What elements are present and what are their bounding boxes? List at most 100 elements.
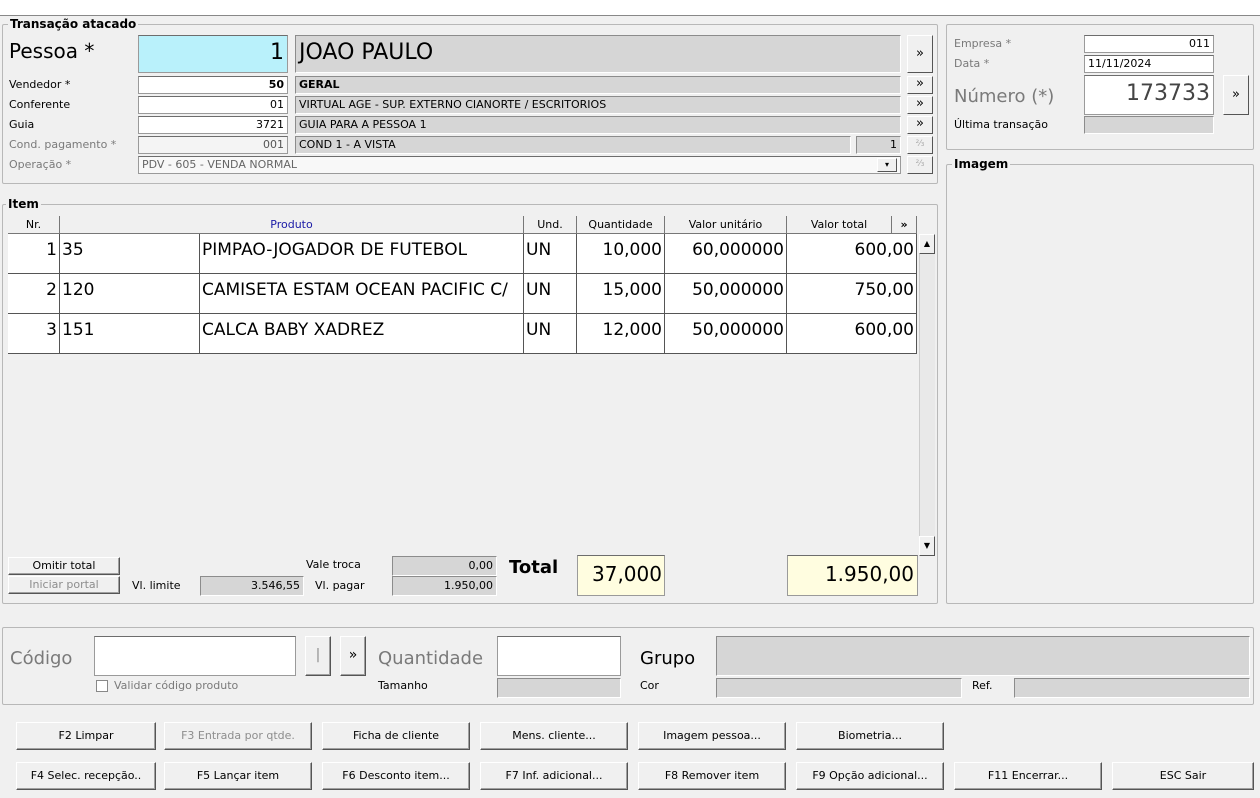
omitir-total-button[interactable]: Omitir total — [8, 557, 120, 575]
item-grid-scrollbar[interactable] — [919, 234, 935, 556]
transacao-group-title: Transação atacado — [8, 17, 139, 31]
f9-opcao-adicional-button[interactable]: F9 Opção adicional... — [796, 762, 944, 790]
cell-desc: PIMPAO-JOGADOR DE FUTEBOL — [200, 234, 524, 274]
cell-total: 600,00 — [787, 314, 917, 354]
ultima-transacao-field — [1084, 116, 1214, 134]
conferente-name-field: VIRTUAL AGE - SUP. EXTERNO CIANORTE / ES… — [295, 96, 901, 114]
f6-desconto-item-button[interactable]: F6 Desconto item... — [322, 762, 470, 790]
col-und[interactable]: Und. — [524, 216, 577, 234]
cell-code: 35 — [60, 234, 200, 274]
cell-total: 600,00 — [787, 234, 917, 274]
biometria-button[interactable]: Biometria... — [796, 722, 944, 750]
f11-encerrar-button[interactable]: F11 Encerrar... — [954, 762, 1102, 790]
iniciar-portal-label: Iniciar portal — [29, 578, 99, 591]
validar-checkbox[interactable] — [96, 680, 108, 692]
vl-limite-label: Vl. limite — [132, 579, 181, 592]
codigo-more-button[interactable]: » — [340, 636, 366, 676]
cell-nr: 2 — [8, 274, 60, 314]
col-valor-unitario[interactable]: Valor unitário — [665, 216, 787, 234]
cell-nr: 3 — [8, 314, 60, 354]
cell-qtd: 12,000 — [577, 314, 665, 354]
cell-desc: CAMISETA ESTAM OCEAN PACIFIC C/ — [200, 274, 524, 314]
guia-name-field: GUIA PARA A PESSOA 1 — [295, 116, 901, 134]
cell-unit: 50,000000 — [665, 274, 787, 314]
cond-pagamento-code-input[interactable]: 001 — [138, 136, 288, 154]
col-valor-total[interactable]: Valor total — [787, 216, 892, 234]
item-group-title: Item — [6, 197, 41, 211]
vendedor-name-field: GERAL — [295, 76, 901, 94]
table-row[interactable]: 1 35 PIMPAO-JOGADOR DE FUTEBOL UN 10,000… — [8, 234, 918, 274]
col-more-button[interactable]: » — [892, 216, 917, 234]
guia-more-button[interactable]: » — [907, 116, 933, 134]
total-valor-field: 1.950,00 — [787, 555, 918, 596]
iniciar-portal-button[interactable]: Iniciar portal — [8, 576, 120, 594]
imagem-pessoa-button[interactable]: Imagem pessoa... — [638, 722, 786, 750]
data-input[interactable]: 11/11/2024 — [1084, 55, 1214, 73]
vendedor-code-input[interactable]: 50 — [138, 76, 288, 94]
cell-und: UN — [524, 234, 577, 274]
imagem-title: Imagem — [952, 157, 1011, 171]
cell-unit: 50,000000 — [665, 314, 787, 354]
imagem-panel — [946, 164, 1254, 604]
top-bar — [0, 0, 1260, 16]
table-row[interactable]: 2 120 CAMISETA ESTAM OCEAN PACIFIC C/ UN… — [8, 274, 918, 314]
cell-nr: 1 — [8, 234, 60, 274]
data-label: Data * — [954, 57, 990, 70]
f3-entrada-por-qtde-button[interactable]: F3 Entrada por qtde. — [164, 722, 312, 750]
grupo-label: Grupo — [640, 648, 696, 669]
vl-pagar-field: 1.950,00 — [392, 576, 497, 596]
mens-cliente-button[interactable]: Mens. cliente... — [480, 722, 628, 750]
f8-remover-item-button[interactable]: F8 Remover item — [638, 762, 786, 790]
ficha-de-cliente-button[interactable]: Ficha de cliente — [322, 722, 470, 750]
f7-inf-adicional-button[interactable]: F7 Inf. adicional... — [480, 762, 628, 790]
cell-qtd: 15,000 — [577, 274, 665, 314]
f2-limpar-button[interactable]: F2 Limpar — [16, 722, 156, 750]
pessoa-more-button[interactable]: » — [907, 35, 933, 73]
empresa-input[interactable]: 011 — [1084, 35, 1214, 53]
vendedor-label: Vendedor * — [9, 78, 71, 91]
cond-pagamento-label: Cond. pagamento * — [9, 138, 117, 151]
vendedor-more-button[interactable]: » — [907, 76, 933, 94]
col-produto[interactable]: Produto — [60, 216, 524, 234]
quantidade-input[interactable] — [497, 636, 621, 676]
cell-und: UN — [524, 314, 577, 354]
ref-field — [1014, 678, 1250, 698]
tamanho-field — [497, 678, 621, 698]
esc-sair-button[interactable]: ESC Sair — [1112, 762, 1254, 790]
table-row[interactable]: 3 151 CALCA BABY XADREZ UN 12,000 50,000… — [8, 314, 918, 354]
omitir-total-label: Omitir total — [32, 559, 96, 572]
scroll-down-icon[interactable]: ▼ — [919, 536, 935, 556]
grupo-field — [716, 636, 1250, 676]
tamanho-label: Tamanho — [378, 679, 428, 692]
col-nr[interactable]: Nr. — [8, 216, 60, 234]
cell-qtd: 10,000 — [577, 234, 665, 274]
cond-pagamento-name-field: COND 1 - A VISTA — [295, 136, 851, 154]
numero-input[interactable]: 173733 — [1084, 75, 1214, 115]
f5-lancar-item-button[interactable]: F5 Lançar item — [164, 762, 312, 790]
cell-und: UN — [524, 274, 577, 314]
operacao-dropdown-icon[interactable]: ▾ — [877, 158, 897, 172]
conferente-more-button[interactable]: » — [907, 96, 933, 114]
conferente-code-input[interactable]: 01 — [138, 96, 288, 114]
operacao-more-button[interactable]: ⅔ — [907, 156, 933, 174]
scroll-up-icon[interactable]: ▲ — [919, 234, 935, 254]
pessoa-code-input[interactable]: 1 — [138, 35, 288, 73]
operacao-select[interactable]: PDV - 605 - VENDA NORMAL — [138, 156, 901, 174]
operacao-label: Operação * — [9, 158, 72, 171]
codigo-input[interactable] — [94, 636, 296, 676]
ref-label: Ref. — [972, 679, 993, 692]
guia-code-input[interactable]: 3721 — [138, 116, 288, 134]
codigo-label: Código — [10, 648, 73, 669]
cell-code: 151 — [60, 314, 200, 354]
vl-pagar-label: Vl. pagar — [315, 579, 365, 592]
col-quantidade[interactable]: Quantidade — [577, 216, 665, 234]
f4-selec-recepcao-button[interactable]: F4 Selec. recepção.. — [16, 762, 156, 790]
cor-label: Cor — [640, 679, 659, 692]
cell-total: 750,00 — [787, 274, 917, 314]
cond-pagamento-more-button[interactable]: ⅔ — [907, 136, 933, 154]
validar-label: Validar código produto — [114, 679, 239, 692]
cell-desc: CALCA BABY XADREZ — [200, 314, 524, 354]
codigo-pipe-button[interactable]: | — [305, 636, 331, 676]
vale-troca-field: 0,00 — [392, 556, 497, 576]
numero-more-button[interactable]: » — [1223, 75, 1249, 115]
